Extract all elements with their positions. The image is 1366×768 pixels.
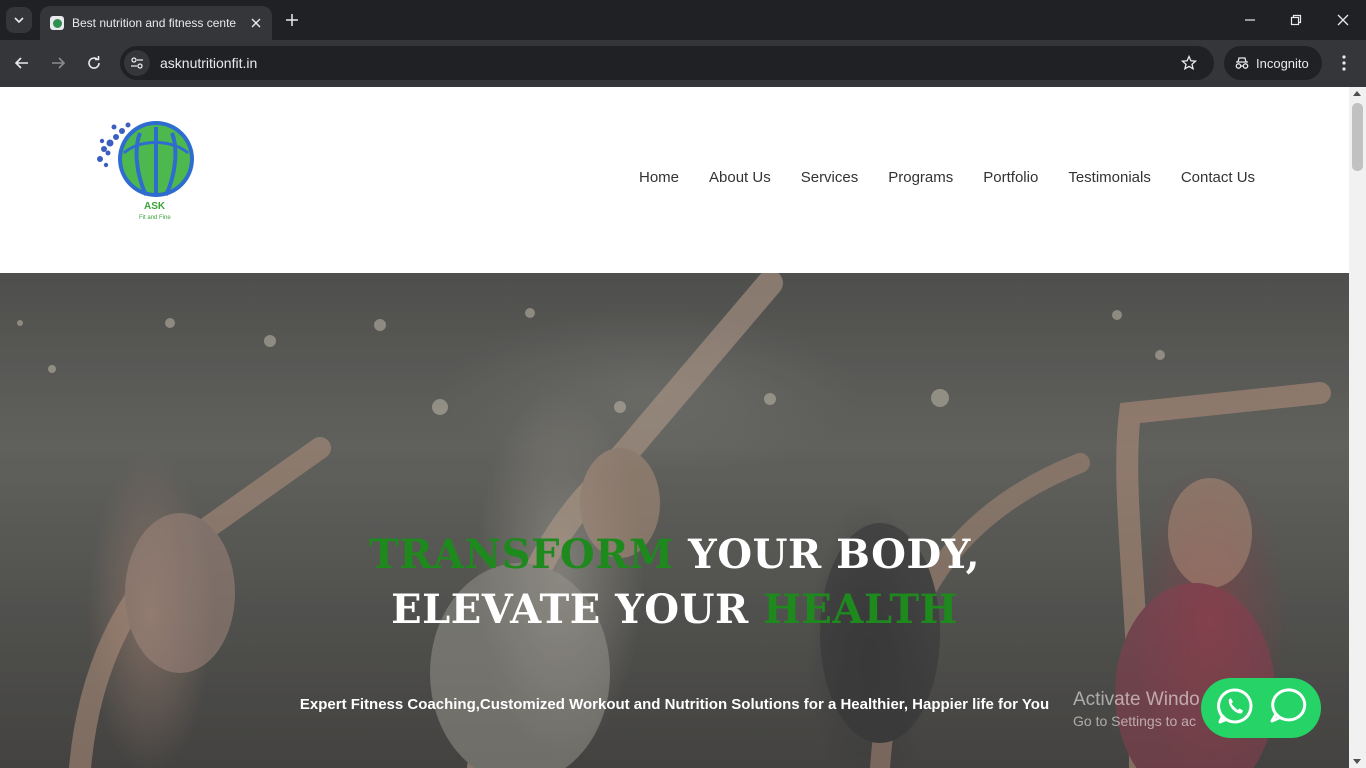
incognito-label: Incognito: [1256, 55, 1309, 71]
scroll-down-arrow-icon[interactable]: [1353, 759, 1361, 764]
svg-text:ASK: ASK: [144, 201, 166, 212]
restore-button[interactable]: [1286, 10, 1306, 30]
tab-title: Best nutrition and fitness cente: [72, 16, 237, 30]
whatsapp-button[interactable]: [1215, 686, 1255, 731]
page-scrollbar[interactable]: [1349, 87, 1366, 768]
whatsapp-icon: [1217, 687, 1253, 723]
hero-word-elevate-your: ELEVATE YOUR: [391, 586, 749, 633]
bookmark-button[interactable]: [1178, 52, 1200, 74]
browser-toolbar: asknutritionfit.in Incognito: [0, 40, 1366, 87]
hero-title-line-2: ELEVATE YOUR HEALTH: [0, 586, 1349, 633]
tab-search-button[interactable]: [6, 7, 32, 33]
windows-activation-watermark: Activate Windo Go to Settings to ac: [1073, 689, 1200, 729]
site-logo[interactable]: ASK Fit and Fine: [94, 119, 200, 221]
scroll-thumb[interactable]: [1352, 103, 1363, 171]
arrow-right-icon: [52, 57, 66, 69]
nav-portfolio[interactable]: Portfolio: [968, 169, 1053, 186]
address-bar[interactable]: asknutritionfit.in: [120, 46, 1214, 80]
plus-icon: [286, 14, 298, 26]
chat-bubble-icon: [1270, 687, 1307, 722]
minimize-icon: [1245, 19, 1255, 21]
back-button[interactable]: [11, 52, 33, 74]
new-tab-button[interactable]: [282, 10, 302, 30]
browser-menu-button[interactable]: [1334, 52, 1354, 74]
reload-icon: [88, 56, 100, 69]
site-header: ASK Fit and Fine Home About Us Services …: [0, 87, 1349, 273]
reload-button[interactable]: [83, 52, 105, 74]
hero-word-health: HEALTH: [763, 586, 958, 633]
svg-text:Fit and Fine: Fit and Fine: [139, 215, 171, 221]
nav-about-us[interactable]: About Us: [694, 169, 786, 186]
chevron-down-icon: [14, 17, 24, 24]
nav-home[interactable]: Home: [624, 169, 694, 186]
star-icon: [1181, 55, 1197, 71]
scroll-up-arrow-icon[interactable]: [1353, 91, 1361, 96]
close-window-button[interactable]: [1333, 10, 1353, 30]
chat-button[interactable]: [1267, 686, 1307, 731]
close-icon: [251, 18, 261, 28]
nav-testimonials[interactable]: Testimonials: [1053, 169, 1166, 186]
watermark-line-1: Activate Windo: [1073, 689, 1200, 710]
restore-icon: [1290, 14, 1302, 26]
tab-close-button[interactable]: [248, 15, 264, 31]
hero-word-transform: TRANSFORM: [368, 531, 674, 578]
arrow-left-icon: [14, 57, 28, 69]
favicon-icon: [50, 16, 64, 30]
nav-contact-us[interactable]: Contact Us: [1166, 169, 1270, 186]
forward-button[interactable]: [47, 52, 69, 74]
active-tab[interactable]: Best nutrition and fitness cente: [40, 6, 272, 40]
close-icon: [1337, 14, 1349, 26]
hero-word-your-body: YOUR BODY,: [688, 531, 981, 578]
hero-title-line-1: TRANSFORM YOUR BODY,: [0, 531, 1349, 578]
incognito-indicator[interactable]: Incognito: [1224, 46, 1322, 80]
more-vertical-icon: [1342, 55, 1346, 71]
url-text: asknutritionfit.in: [160, 55, 258, 71]
floating-chat-widget: [1201, 678, 1321, 738]
tab-strip: Best nutrition and fitness cente: [0, 0, 1366, 40]
tune-icon: [131, 57, 143, 69]
nav-programs[interactable]: Programs: [873, 169, 968, 186]
minimize-button[interactable]: [1240, 10, 1260, 30]
watermark-line-2: Go to Settings to ac: [1073, 713, 1196, 729]
site-info-button[interactable]: [124, 50, 150, 76]
incognito-icon: [1235, 57, 1249, 69]
nav-services[interactable]: Services: [786, 169, 874, 186]
page-viewport: ASK Fit and Fine Home About Us Services …: [0, 87, 1366, 768]
main-nav: Home About Us Services Programs Portfoli…: [624, 169, 1270, 186]
